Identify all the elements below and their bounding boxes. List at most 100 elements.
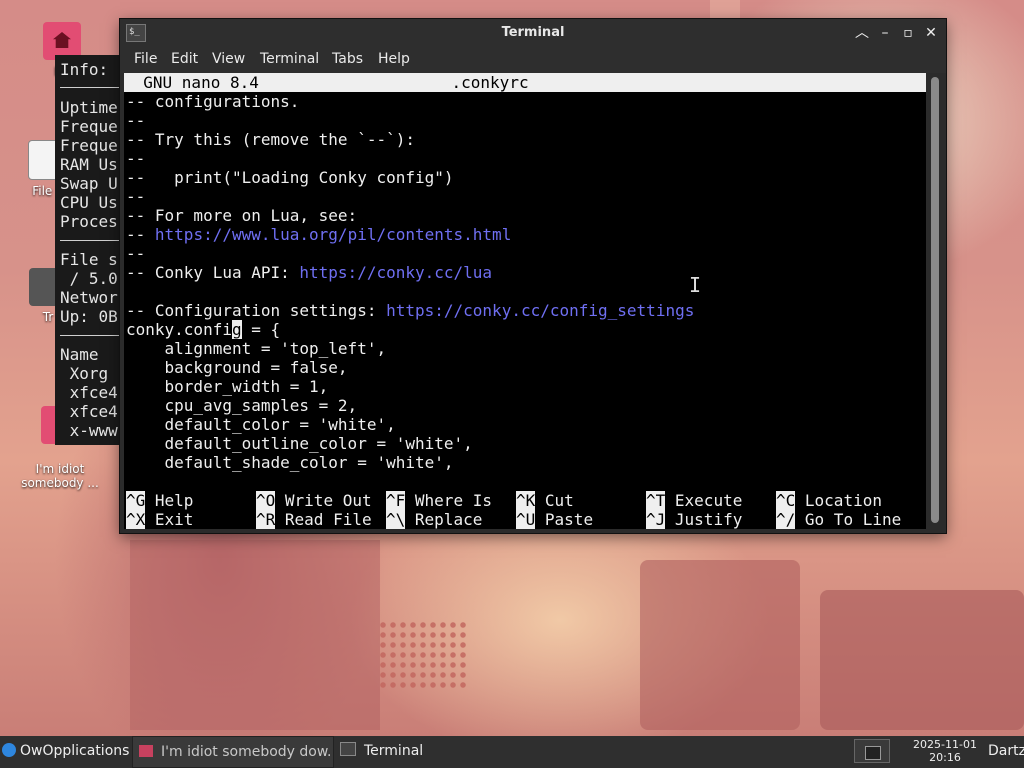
menu-file[interactable]: File xyxy=(134,51,157,67)
desktop-icon-label: Tr xyxy=(42,310,54,324)
shortcut-label: Cut xyxy=(544,491,574,510)
menu-tabs[interactable]: Tabs xyxy=(332,51,363,67)
wallpaper-detail xyxy=(640,560,800,730)
conky-line: Swap U xyxy=(60,174,118,193)
applications-label: OwOpplications xyxy=(20,743,130,759)
wallpaper-detail xyxy=(820,590,1024,730)
conky-panel: Info: Uptime Freque Freque RAM Us Swap U… xyxy=(55,55,125,445)
shortcut-read-file[interactable]: ^R Read File xyxy=(256,510,372,529)
editor-line: cpu_avg_samples = 2, xyxy=(126,396,358,415)
shortcut-paste[interactable]: ^U Paste xyxy=(516,510,593,529)
shortcut-location[interactable]: ^C Location xyxy=(776,491,882,510)
menu-terminal[interactable]: Terminal xyxy=(260,51,319,67)
taskbar-window-document[interactable]: I'm idiot somebody dow... xyxy=(132,736,334,768)
url-link[interactable]: https://conky.cc/lua xyxy=(299,263,492,282)
menu-help[interactable]: Help xyxy=(378,51,410,67)
menu-edit[interactable]: Edit xyxy=(171,51,198,67)
window-title: Terminal xyxy=(501,25,565,40)
editor-line: conky.config = { xyxy=(126,320,280,339)
document-icon xyxy=(139,745,153,757)
shortcut-label: Read File xyxy=(284,510,372,529)
shortcut-key: ^K xyxy=(516,491,536,510)
shortcut-help[interactable]: ^G Help xyxy=(126,491,193,510)
conky-divider xyxy=(60,335,125,336)
terminal-screen[interactable]: GNU nano 8.4 .conkyrc -- configurations.… xyxy=(124,73,926,529)
shortcut-key: ^/ xyxy=(776,510,796,529)
url-link[interactable]: https://conky.cc/config_settings xyxy=(386,301,694,320)
user-menu[interactable]: Dartz xyxy=(988,736,1024,768)
shortcut-label: Location xyxy=(804,491,882,510)
editor-line: -- configurations. xyxy=(126,92,300,111)
editor-line: alignment = 'top_left', xyxy=(126,339,387,358)
text-cursor: g xyxy=(231,320,242,339)
conky-line: xfce4 xyxy=(60,383,118,402)
shortcut-where-is[interactable]: ^F Where Is xyxy=(386,491,492,510)
desktop-icon-label: I'm idiot somebody ... xyxy=(21,462,99,490)
shortcut-label: Paste xyxy=(544,510,594,529)
taskbar: OwOpplications ⋮ I'm idiot somebody dow.… xyxy=(0,736,1024,768)
menu-view[interactable]: View xyxy=(212,51,245,67)
shortcut-replace[interactable]: ^\ Replace xyxy=(386,510,482,529)
conky-line: Networ xyxy=(60,288,118,307)
conky-divider xyxy=(60,240,125,241)
conky-line: x-www xyxy=(60,421,118,440)
shortcut-write-out[interactable]: ^O Write Out xyxy=(256,491,372,510)
editor-line: default_color = 'white', xyxy=(126,415,396,434)
maximize-button[interactable]: ▫ xyxy=(897,22,919,44)
editor-line: -- print("Loading Conky config") xyxy=(126,168,454,187)
url-link[interactable]: https://www.lua.org/pil/contents.html xyxy=(155,225,511,244)
editor-line: -- xyxy=(126,111,146,130)
shortcut-key: ^X xyxy=(126,510,146,529)
applications-menu-button[interactable]: OwOpplications ⋮ xyxy=(2,736,132,768)
wallpaper-dots xyxy=(378,620,468,690)
editor-line: -- For more on Lua, see: xyxy=(126,206,358,225)
shortcut-go-to-line[interactable]: ^/ Go To Line xyxy=(776,510,901,529)
conky-line: Proces xyxy=(60,212,118,231)
terminal-scrollbar[interactable] xyxy=(926,73,946,529)
clock-time: 20:16 xyxy=(929,751,961,764)
conky-line: Xorg xyxy=(60,364,109,383)
shortcut-justify[interactable]: ^J Justify xyxy=(646,510,742,529)
shortcut-key: ^\ xyxy=(386,510,406,529)
conky-line: xfce4 xyxy=(60,402,118,421)
conky-line: / 5.0 xyxy=(60,269,118,288)
shortcut-label: Replace xyxy=(414,510,483,529)
shortcut-label: Exit xyxy=(154,510,194,529)
line-text: -- Conky Lua API: xyxy=(126,263,300,282)
conky-line: Name xyxy=(60,345,99,364)
shortcut-label: Help xyxy=(154,491,194,510)
user-name: Dartz xyxy=(988,743,1024,759)
line-text: -- Configuration settings: xyxy=(126,301,387,320)
shortcut-exit[interactable]: ^X Exit xyxy=(126,510,193,529)
shortcut-key: ^R xyxy=(256,510,276,529)
terminal-icon xyxy=(340,742,356,756)
close-button[interactable]: ✕ xyxy=(920,22,942,44)
conky-line: Up: 0B xyxy=(60,307,118,326)
editor-line: default_shade_color = 'white', xyxy=(126,453,454,472)
shortcut-cut[interactable]: ^K Cut xyxy=(516,491,574,510)
conky-line: File s xyxy=(60,250,118,269)
terminal-window[interactable]: $_ Terminal ︿ – ▫ ✕ File Edit View Termi… xyxy=(120,19,946,533)
editor-line: border_width = 1, xyxy=(126,377,329,396)
taskbar-window-label: I'm idiot somebody dow... xyxy=(161,744,334,760)
editor-line: -- xyxy=(126,244,146,263)
shortcut-key: ^G xyxy=(126,491,146,510)
conky-divider xyxy=(60,87,125,88)
line-text: conky.confi xyxy=(126,320,232,339)
clock[interactable]: 2025-11-01 20:16 xyxy=(902,738,988,764)
scrollbar-thumb[interactable] xyxy=(931,77,939,523)
chevron-up-icon[interactable]: ︿ xyxy=(851,22,873,44)
editor-line: -- https://www.lua.org/pil/contents.html xyxy=(126,225,511,244)
minimize-button[interactable]: – xyxy=(874,22,896,44)
workspace-switcher[interactable] xyxy=(854,739,890,763)
shortcut-execute[interactable]: ^T Execute xyxy=(646,491,742,510)
taskbar-window-label: Terminal xyxy=(364,743,424,759)
shortcut-label: Go To Line xyxy=(804,510,902,529)
conky-line: Freque xyxy=(60,117,118,136)
line-text: -- xyxy=(126,225,155,244)
shortcut-key: ^F xyxy=(386,491,406,510)
window-titlebar[interactable]: $_ Terminal ︿ – ▫ ✕ xyxy=(120,19,946,47)
ibeam-cursor-icon: I xyxy=(689,273,702,297)
taskbar-window-terminal[interactable]: Terminal xyxy=(336,736,480,768)
editor-line: -- xyxy=(126,149,146,168)
